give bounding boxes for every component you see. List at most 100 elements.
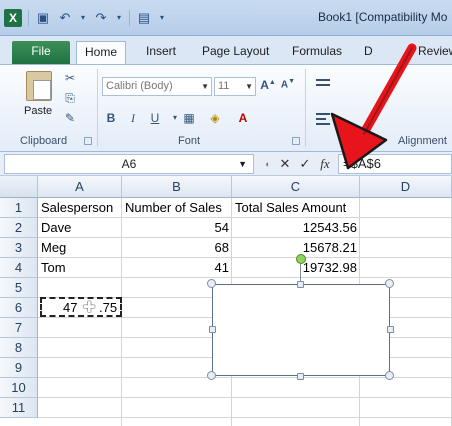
- row-header[interactable]: 5: [0, 278, 38, 298]
- cell-c1[interactable]: Total Sales Amount: [232, 198, 360, 218]
- resize-handle-right[interactable]: [387, 326, 394, 333]
- underline-button[interactable]: U: [146, 109, 164, 127]
- redo-icon[interactable]: ↷: [93, 10, 109, 26]
- redo-dropdown-icon[interactable]: ▾: [115, 10, 123, 26]
- resize-handle-left[interactable]: [209, 326, 216, 333]
- tab-insert[interactable]: Insert: [138, 41, 184, 64]
- ribbon-tabs: File Home Insert Page Layout Formulas D …: [0, 36, 452, 64]
- row-header[interactable]: 7: [0, 318, 38, 338]
- ribbon: Paste ✂ ⎘ ✎ Clipboard Calibri (Body) ▼ 1…: [0, 64, 452, 152]
- excel-logo-icon[interactable]: X: [4, 9, 22, 27]
- font-color-icon[interactable]: A: [234, 109, 252, 127]
- top-align-icon[interactable]: [316, 84, 330, 86]
- row-header[interactable]: 6: [0, 298, 38, 318]
- font-group-label: Font: [178, 135, 201, 147]
- window-title: Book1 [Compatibility Mo: [318, 10, 448, 24]
- group-separator: [97, 69, 98, 147]
- resize-handle-top-left[interactable]: [207, 279, 216, 288]
- tab-review[interactable]: Review: [410, 41, 452, 64]
- row-header[interactable]: 2: [0, 218, 38, 238]
- gridline: [38, 417, 452, 418]
- cell-select-cursor-icon: ✚: [83, 299, 96, 316]
- row-header[interactable]: 11: [0, 398, 38, 418]
- cell-a6-value-end[interactable]: .75: [96, 298, 126, 318]
- shrink-font-icon[interactable]: A▼: [280, 78, 296, 90]
- title-bar: X ▣ ↶ ▾ ↷ ▾ ▤ ▾ Book1 [Compatibility Mo: [0, 0, 452, 36]
- cancel-icon[interactable]: ✕: [276, 155, 294, 173]
- tab-data[interactable]: D: [356, 41, 381, 64]
- italic-button[interactable]: I: [124, 109, 142, 127]
- font-name-value: Calibri (Body): [106, 80, 173, 92]
- text-box-shape[interactable]: [212, 284, 390, 376]
- cell-a4[interactable]: Tom: [38, 258, 122, 278]
- cell-b1[interactable]: Number of Sales: [122, 198, 232, 218]
- qat-separator: [28, 10, 29, 26]
- tab-page-layout[interactable]: Page Layout: [194, 41, 277, 64]
- chevron-down-icon[interactable]: ▼: [238, 155, 247, 173]
- save-icon[interactable]: ▣: [35, 10, 51, 26]
- customize-qat-icon[interactable]: ▾: [158, 10, 166, 26]
- resize-handle-top-right[interactable]: [385, 279, 394, 288]
- name-box-value: A6: [121, 157, 137, 171]
- row-header[interactable]: 8: [0, 338, 38, 358]
- tab-home[interactable]: Home: [76, 41, 127, 64]
- undo-dropdown-icon[interactable]: ▾: [79, 10, 87, 26]
- formula-bar-grip-icon: ◖: [264, 159, 270, 169]
- font-name-select[interactable]: Calibri (Body) ▼: [102, 77, 212, 96]
- borders-icon[interactable]: ▦: [180, 109, 198, 127]
- column-header-c[interactable]: C: [232, 176, 360, 198]
- align-left-icon[interactable]: [316, 113, 330, 115]
- resize-handle-bottom[interactable]: [297, 373, 304, 380]
- row-header[interactable]: 1: [0, 198, 38, 218]
- row-header[interactable]: 3: [0, 238, 38, 258]
- resize-handle-bottom-right[interactable]: [385, 371, 394, 380]
- clipboard-launcher-icon[interactable]: [84, 137, 92, 145]
- formula-bar: A6 ▼ ◖ ✕ ✓ fx =$A$6: [0, 152, 452, 176]
- cell-b3[interactable]: 68: [122, 238, 232, 258]
- name-box[interactable]: A6 ▼: [4, 154, 254, 174]
- top-align-icon[interactable]: [316, 79, 330, 81]
- copy-icon[interactable]: ⎘: [62, 91, 78, 106]
- row-header[interactable]: 10: [0, 378, 38, 398]
- select-all-corner[interactable]: [0, 176, 38, 198]
- rotate-handle[interactable]: [296, 254, 306, 264]
- cell-a2[interactable]: Dave: [38, 218, 122, 238]
- cell-a3[interactable]: Meg: [38, 238, 122, 258]
- chevron-down-icon: ▼: [201, 82, 209, 91]
- row-header[interactable]: 9: [0, 358, 38, 378]
- paste-button-label[interactable]: Paste: [24, 105, 52, 117]
- row-header[interactable]: 4: [0, 258, 38, 278]
- cut-icon[interactable]: ✂: [62, 71, 78, 85]
- enter-check-icon[interactable]: ✓: [296, 155, 314, 173]
- quick-access-toolbar: X ▣ ↶ ▾ ↷ ▾ ▤ ▾: [4, 9, 166, 27]
- align-left-icon[interactable]: [316, 118, 326, 120]
- resize-handle-top[interactable]: [297, 281, 304, 288]
- tab-file[interactable]: File: [12, 41, 70, 64]
- qat-separator: [129, 10, 130, 26]
- formula-input[interactable]: =$A$6: [338, 154, 452, 174]
- font-size-select[interactable]: 11 ▼: [214, 77, 256, 96]
- resize-handle-bottom-left[interactable]: [207, 371, 216, 380]
- format-painter-icon[interactable]: ✎: [62, 111, 78, 125]
- print-preview-icon[interactable]: ▤: [136, 10, 152, 26]
- column-header-b[interactable]: B: [122, 176, 232, 198]
- paste-icon[interactable]: [26, 71, 52, 101]
- cell-c2[interactable]: 12543.56: [232, 218, 360, 238]
- column-header-d[interactable]: D: [360, 176, 452, 198]
- align-left-icon[interactable]: [316, 123, 330, 125]
- insert-function-icon[interactable]: fx: [316, 155, 334, 173]
- gridline: [38, 397, 452, 398]
- column-header-a[interactable]: A: [38, 176, 122, 198]
- group-separator: [305, 69, 306, 147]
- cell-a1[interactable]: Salesperson: [38, 198, 122, 218]
- grow-font-icon[interactable]: A▲: [260, 78, 276, 92]
- font-launcher-icon[interactable]: [292, 137, 300, 145]
- bold-button[interactable]: B: [102, 109, 120, 127]
- tab-formulas[interactable]: Formulas: [284, 41, 350, 64]
- cell-b4[interactable]: 41: [122, 258, 232, 278]
- fill-color-icon[interactable]: ◈: [206, 109, 224, 127]
- font-size-value: 11: [218, 80, 230, 92]
- cell-b2[interactable]: 54: [122, 218, 232, 238]
- undo-icon[interactable]: ↶: [57, 10, 73, 26]
- clipboard-group-label: Clipboard: [20, 135, 68, 147]
